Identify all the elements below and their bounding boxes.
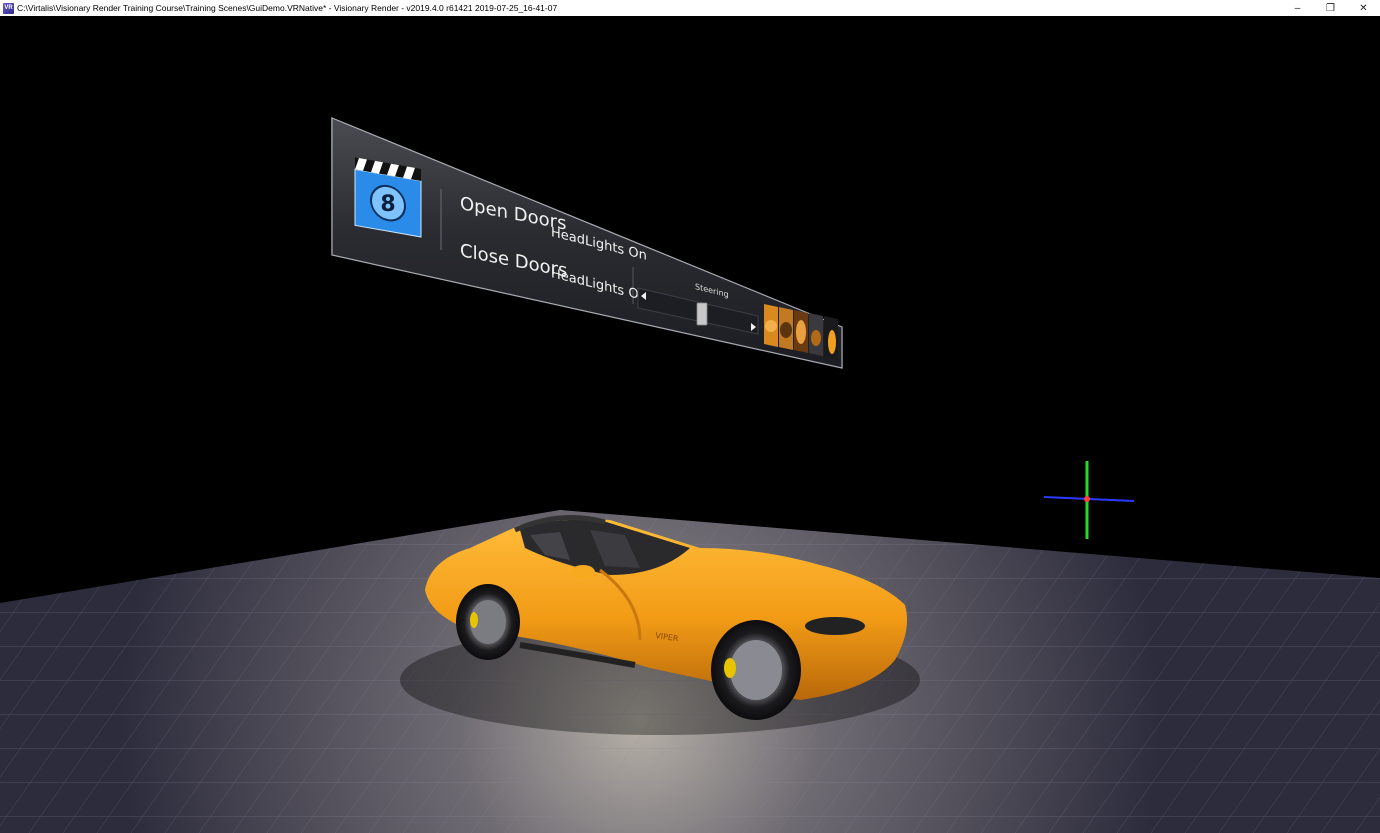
swatch-dark-orange[interactable]: [794, 310, 808, 353]
window-controls: – ❐ ✕: [1281, 0, 1380, 16]
close-button[interactable]: ✕: [1347, 0, 1380, 16]
transform-gizmo: [1043, 461, 1135, 539]
swatch-orange[interactable]: [764, 304, 778, 347]
window-title-bar: VR C:\Virtalis\Visionary Render Training…: [0, 0, 1380, 16]
window-title: C:\Virtalis\Visionary Render Training Co…: [17, 3, 558, 13]
scene-render: VIPER: [0, 461, 1380, 833]
restore-button[interactable]: ❐: [1314, 0, 1347, 16]
steering-slider[interactable]: [636, 286, 760, 336]
swatch-yellow[interactable]: [824, 316, 838, 360]
steering-slider-thumb: [696, 302, 708, 326]
minimize-button[interactable]: –: [1281, 0, 1314, 16]
svg-text:8: 8: [380, 192, 395, 217]
clapperboard-icon[interactable]: 8: [353, 155, 423, 245]
steering-slider-graphic: [637, 287, 759, 335]
3d-viewport[interactable]: VIPER: [0, 16, 1380, 833]
material-swatch-strip: [764, 304, 838, 360]
app-icon: VR: [3, 2, 14, 14]
swatch-tan[interactable]: [779, 307, 793, 350]
swatch-gray[interactable]: [809, 313, 823, 356]
